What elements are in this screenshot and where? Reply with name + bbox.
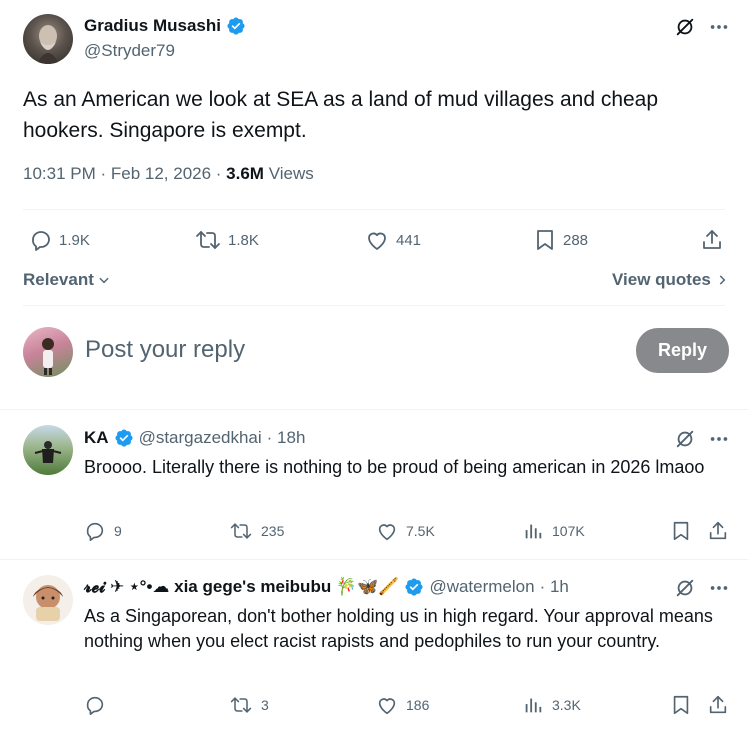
verified-badge-icon xyxy=(114,428,134,448)
sort-relevant-label: Relevant xyxy=(23,270,94,289)
share-icon[interactable] xyxy=(707,520,729,542)
main-like-count: 441 xyxy=(396,231,422,249)
grok-icon[interactable] xyxy=(674,428,696,450)
verified-badge-icon xyxy=(226,16,246,36)
grok-icon[interactable] xyxy=(674,577,696,599)
main-retweet-button[interactable]: 1.8K xyxy=(194,228,259,252)
sort-relevant-dropdown[interactable]: Relevant xyxy=(23,270,111,290)
retweet-icon xyxy=(194,228,222,252)
main-like-button[interactable]: 441 xyxy=(364,228,421,252)
reply-1-text: Broooo. Literally there is nothing to be… xyxy=(84,457,705,477)
retweet-icon xyxy=(229,694,253,716)
share-icon[interactable] xyxy=(707,694,729,716)
main-author-handle[interactable]: @Stryder79 xyxy=(84,41,175,61)
main-tweet-views-label: Views xyxy=(263,164,314,183)
reply-2-views-button[interactable]: 3.3K xyxy=(522,694,581,716)
reply-1-views-count: 107K xyxy=(552,523,585,539)
like-icon xyxy=(364,228,390,252)
main-author-name[interactable]: Gradius Musashi xyxy=(84,16,221,36)
more-icon[interactable] xyxy=(708,428,730,450)
reply-2-views-count: 3.3K xyxy=(552,697,581,713)
reply-2-retweet-button[interactable]: 3 xyxy=(229,694,269,716)
main-tweet-text: As an American we look at SEA as a land … xyxy=(23,88,659,142)
reply-2-like-count: 186 xyxy=(406,697,430,713)
reply-1-handle[interactable]: @stargazedkhai xyxy=(139,428,262,448)
reply-2-like-button[interactable]: 186 xyxy=(376,694,429,716)
reply-1-like-count: 7.5K xyxy=(406,523,435,539)
like-icon xyxy=(376,694,398,716)
reply-1-reply-button[interactable]: 9 xyxy=(84,520,122,542)
main-author-avatar[interactable] xyxy=(23,14,73,64)
reply-2-text: As a Singaporean, don't bother holding u… xyxy=(84,606,713,651)
reply-2-avatar[interactable] xyxy=(23,575,73,625)
reply-1-retweet-button[interactable]: 235 xyxy=(229,520,284,542)
main-share-icon[interactable] xyxy=(700,228,724,252)
chevron-down-icon xyxy=(97,273,111,287)
reply-2-retweet-count: 3 xyxy=(261,697,269,713)
reply-1-author-name[interactable]: KA xyxy=(84,428,109,448)
reply-1-name-line: KA @stargazedkhai · 18h xyxy=(84,428,305,448)
main-bookmark-button[interactable]: 288 xyxy=(533,228,588,252)
main-tweet-views-count: 3.6M xyxy=(226,164,264,183)
verified-badge-icon xyxy=(404,577,424,597)
reply-1-like-button[interactable]: 7.5K xyxy=(376,520,435,542)
reply-1-retweet-count: 235 xyxy=(261,523,285,539)
more-icon[interactable] xyxy=(708,577,730,599)
main-tweet-meta: 10:31 PM · Feb 12, 2026 · 3.6M Views xyxy=(23,164,314,184)
bookmark-icon[interactable] xyxy=(670,694,692,716)
chevron-right-icon xyxy=(715,273,729,287)
reply-composer-input[interactable]: Post your reply xyxy=(85,336,245,364)
reply-2-handle[interactable]: @watermelon xyxy=(429,577,534,597)
main-bookmark-count: 288 xyxy=(563,231,589,249)
main-author-name-line: Gradius Musashi xyxy=(84,16,246,36)
current-user-avatar[interactable] xyxy=(23,327,73,377)
reply-2-author-name[interactable]: 𝓻𝓮𝓲 ✈ ⋆°•☁ xia gege's meibubu 🎋🦋🪈 xyxy=(84,577,399,597)
reply-1-avatar[interactable] xyxy=(23,425,73,475)
retweet-icon xyxy=(229,520,253,542)
bookmark-icon xyxy=(533,228,557,252)
views-icon xyxy=(522,520,544,542)
more-icon[interactable] xyxy=(708,16,730,38)
reply-1-reply-count: 9 xyxy=(114,523,122,539)
views-icon xyxy=(522,694,544,716)
view-quotes-link[interactable]: View quotes xyxy=(612,270,729,290)
reply-2-time[interactable]: · 1h xyxy=(540,577,569,597)
main-reply-button[interactable]: 1.9K xyxy=(29,228,90,252)
reply-icon xyxy=(84,520,106,542)
reply-submit-button[interactable]: Reply xyxy=(636,328,729,373)
reply-icon xyxy=(84,694,106,716)
reply-1-time[interactable]: · 18h xyxy=(267,428,306,448)
reply-icon xyxy=(29,228,53,252)
reply-2-reply-button[interactable] xyxy=(84,694,114,716)
view-quotes-label: View quotes xyxy=(612,270,711,289)
reply-2-name-line: 𝓻𝓮𝓲 ✈ ⋆°•☁ xia gege's meibubu 🎋🦋🪈 @water… xyxy=(84,577,569,597)
grok-icon[interactable] xyxy=(674,16,696,38)
like-icon xyxy=(376,520,398,542)
main-tweet-time[interactable]: 10:31 PM · Feb 12, 2026 · xyxy=(23,164,226,183)
bookmark-icon[interactable] xyxy=(670,520,692,542)
main-retweet-count: 1.8K xyxy=(228,231,259,249)
main-reply-count: 1.9K xyxy=(59,231,90,249)
reply-1-views-button[interactable]: 107K xyxy=(522,520,585,542)
